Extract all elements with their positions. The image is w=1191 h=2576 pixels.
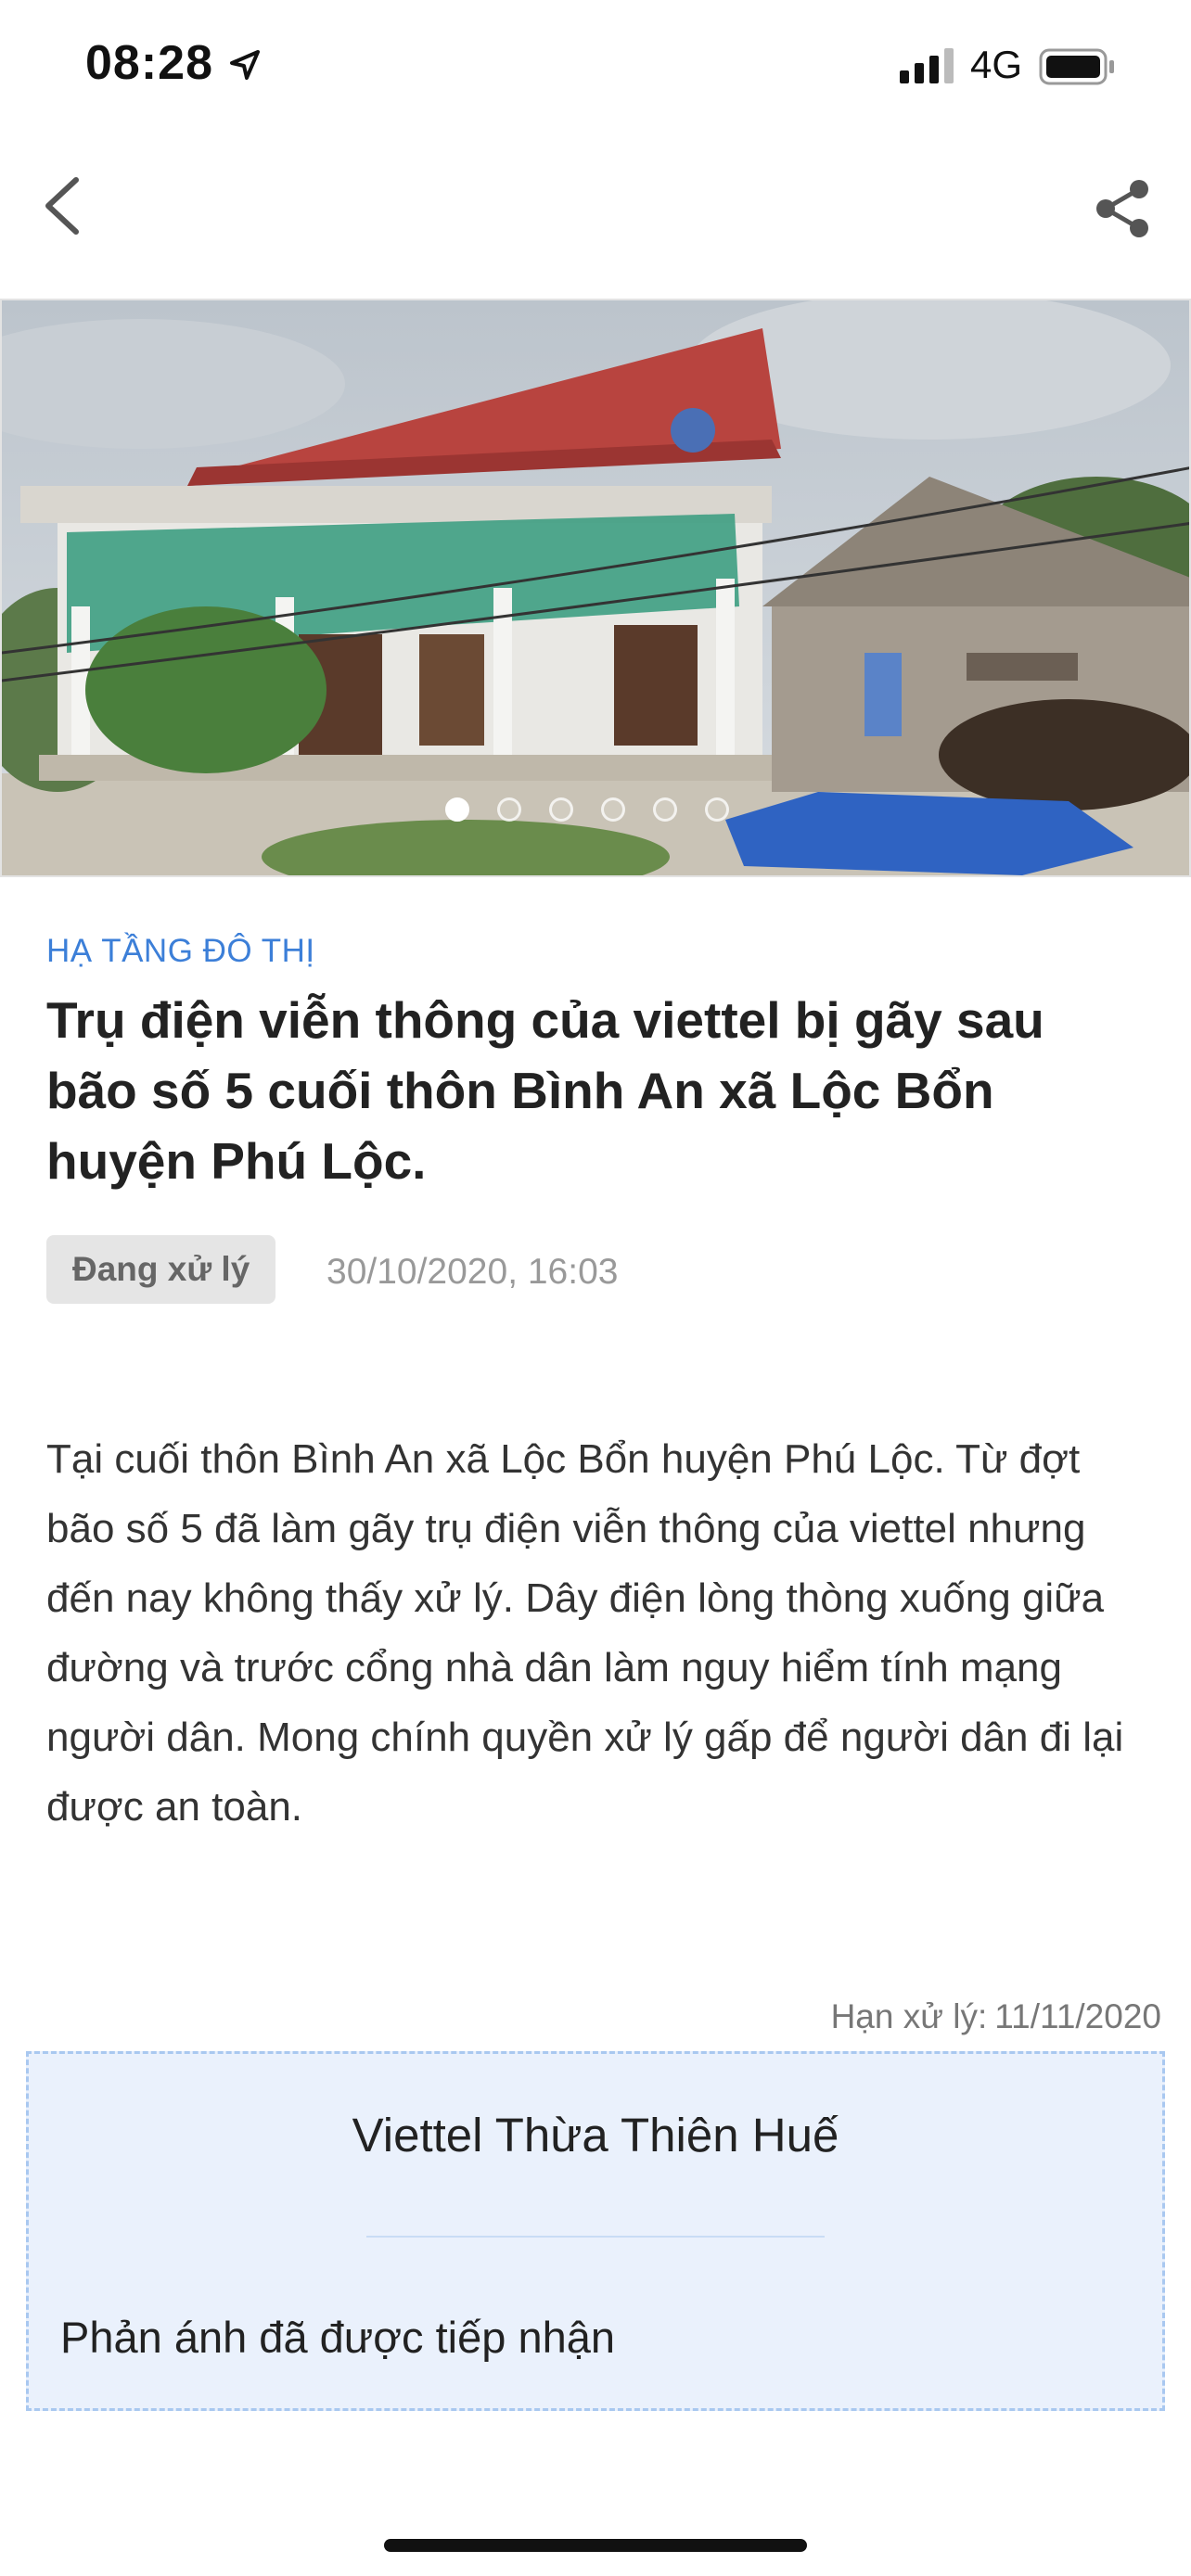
network-type: 4G — [970, 43, 1023, 86]
chevron-left-icon — [45, 177, 79, 235]
deadline-label: Hạn xử lý: — [830, 1997, 988, 2035]
deadline: Hạn xử lý: 11/11/2020 — [824, 1997, 1161, 2036]
carousel-dot[interactable] — [601, 797, 625, 822]
share-button[interactable] — [1091, 176, 1156, 241]
response-card: Viettel Thừa Thiên Huế Phản ánh đã được … — [26, 2051, 1165, 2411]
report-category[interactable]: HẠ TẦNG ĐÔ THỊ — [46, 933, 315, 970]
home-indicator[interactable] — [384, 2539, 807, 2552]
location-arrow-icon — [230, 50, 260, 80]
back-button[interactable] — [33, 172, 95, 239]
report-photo — [2, 300, 1189, 875]
status-bar: 08:28 4G — [0, 0, 1191, 139]
carousel-dot[interactable] — [445, 797, 469, 822]
carousel-dot[interactable] — [653, 797, 677, 822]
responding-organization: Viettel Thừa Thiên Huế — [352, 2109, 839, 2162]
response-message: Phản ánh đã được tiếp nhận — [60, 2313, 616, 2362]
share-icon — [1096, 180, 1148, 237]
carousel-pagination[interactable] — [0, 797, 1191, 825]
carousel-dot[interactable] — [497, 797, 521, 822]
battery-icon — [1039, 48, 1114, 85]
status-badge: Đang xử lý — [46, 1235, 276, 1304]
report-image-carousel[interactable] — [0, 299, 1191, 877]
report-title: Trụ điện viễn thông của viettel bị gãy s… — [46, 991, 1044, 1190]
report-description: Tại cuối thôn Bình An xã Lộc Bổn huyện P… — [46, 1436, 1124, 1830]
deadline-value: 11/11/2020 — [994, 1997, 1161, 2035]
carousel-dot[interactable] — [705, 797, 729, 822]
divider — [366, 2236, 825, 2238]
carousel-dot[interactable] — [549, 797, 573, 822]
report-timestamp: 30/10/2020, 16:03 — [327, 1252, 619, 1292]
status-time: 08:28 — [85, 36, 213, 90]
signal-icon — [900, 48, 954, 83]
